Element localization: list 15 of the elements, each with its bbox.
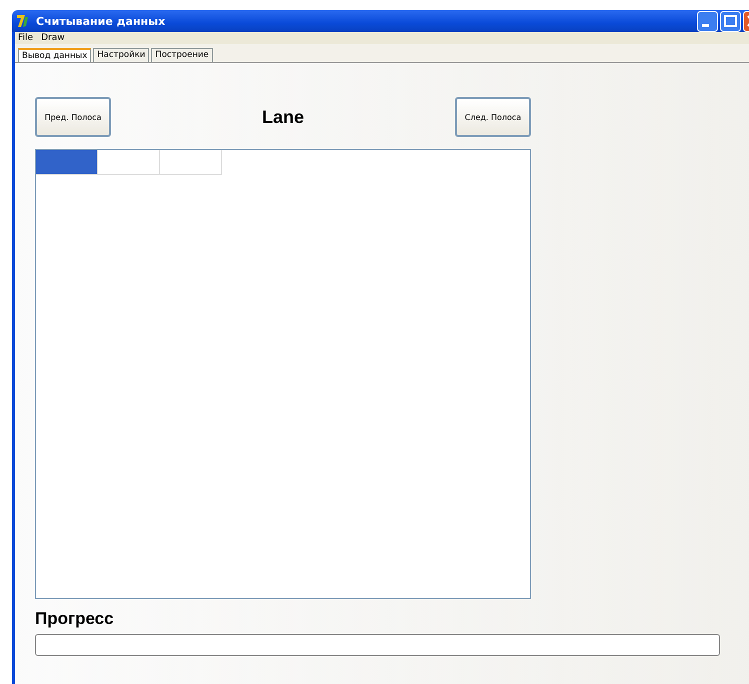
previous-lane-button[interactable]: Пред. Полоса <box>35 97 111 137</box>
menu-item[interactable]: File <box>18 32 34 44</box>
menu-item[interactable]: Draw <box>41 32 65 44</box>
grid-cell[interactable] <box>160 150 222 175</box>
tab[interactable]: Настройки <box>93 48 150 62</box>
next-lane-button[interactable]: След. Полоса <box>454 97 531 137</box>
maximize-icon[interactable] <box>720 10 741 32</box>
window-title: Считывание данных <box>36 14 166 28</box>
tab[interactable]: Построение <box>151 48 213 62</box>
grid-cell[interactable] <box>98 150 160 175</box>
progress-label: Прогресс <box>35 609 115 629</box>
tab[interactable]: Вывод данных <box>18 48 92 62</box>
lane-title: Lane <box>262 106 304 128</box>
minimize-icon[interactable] <box>697 10 718 32</box>
grid-cell[interactable] <box>36 150 98 175</box>
